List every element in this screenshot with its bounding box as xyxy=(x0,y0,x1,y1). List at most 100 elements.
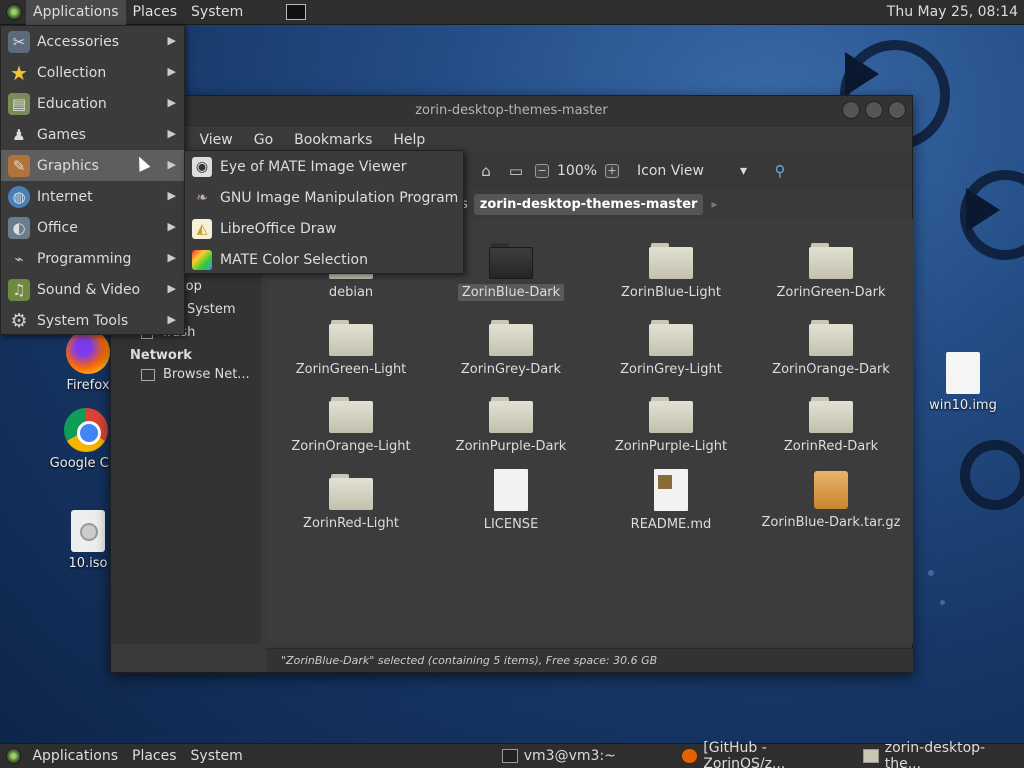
taskbar-item-firefox[interactable]: [GitHub - ZorinOS/z... xyxy=(674,740,855,768)
file-name: ZorinPurple-Light xyxy=(614,439,728,454)
file-item[interactable]: ZorinBlue-Dark.tar.gz xyxy=(751,471,911,530)
file-item[interactable]: ZorinGreen-Light xyxy=(271,320,431,377)
sound-video-icon: ♫ xyxy=(8,278,30,301)
menu-item-graphics[interactable]: ✎ Graphics ▶ xyxy=(1,150,184,181)
menu-item-label: System Tools xyxy=(37,312,129,329)
clock[interactable]: Thu May 25, 08:14 xyxy=(887,4,1018,20)
distro-logo-icon[interactable] xyxy=(6,4,22,20)
file-item[interactable]: ZorinPurple-Dark xyxy=(431,397,591,454)
file-item[interactable]: ZorinOrange-Light xyxy=(271,397,431,454)
menu-item-label: Sound & Video xyxy=(37,281,141,298)
file-item[interactable]: LICENSE xyxy=(431,469,591,532)
folder-icon xyxy=(489,397,533,433)
file-item[interactable]: README.md xyxy=(591,469,751,532)
chevron-down-icon: ▾ xyxy=(740,163,748,179)
taskbar-item-label: zorin-desktop-the... xyxy=(884,740,986,768)
close-button[interactable] xyxy=(888,101,906,119)
chevron-right-icon: ▶ xyxy=(167,96,176,109)
window-titlebar[interactable]: zorin-desktop-themes-master xyxy=(111,96,912,126)
chevron-right-icon: ▶ xyxy=(167,65,176,78)
taskbar-item-file-manager[interactable]: zorin-desktop-the... xyxy=(855,740,1024,768)
submenu-item-eye-of-mate[interactable]: ◉ Eye of MATE Image Viewer xyxy=(185,151,463,182)
menu-view[interactable]: View xyxy=(200,132,233,148)
folder-icon xyxy=(809,397,853,433)
system-menu-button[interactable]: System xyxy=(184,0,250,25)
file-item[interactable]: ZorinBlue-Light xyxy=(591,243,751,300)
menu-item-internet[interactable]: ◍ Internet ▶ xyxy=(1,181,184,212)
file-item[interactable]: ZorinRed-Dark xyxy=(751,397,911,454)
file-name: README.md xyxy=(630,517,712,532)
bottom-panel: Applications Places System vm3@vm3:~ [Gi… xyxy=(0,740,1024,768)
file-item[interactable]: ZorinRed-Light xyxy=(271,474,431,531)
menu-item-label: Collection xyxy=(37,64,107,81)
applications-menu-button-bottom[interactable]: Applications xyxy=(25,744,125,768)
taskbar-item-terminal[interactable]: vm3@vm3:~ xyxy=(494,744,624,768)
submenu-item-mate-color-selection[interactable]: MATE Color Selection xyxy=(185,244,463,275)
path-segment-current[interactable]: zorin-desktop-themes-master xyxy=(473,193,704,215)
file-view[interactable]: debian ZorinBlue-Dark ZorinBlue-Light Zo… xyxy=(267,219,913,644)
programming-icon: ⌁ xyxy=(14,249,24,268)
globe-icon: ◍ xyxy=(8,185,30,208)
menu-item-education[interactable]: ▤ Education ▶ xyxy=(1,88,184,119)
chevron-right-icon: ▶ xyxy=(167,127,176,140)
network-icon xyxy=(141,368,155,381)
wallpaper-bubble xyxy=(928,570,934,576)
file-item[interactable]: ZorinGrey-Dark xyxy=(431,320,591,377)
terminal-launcher-icon[interactable] xyxy=(286,4,307,20)
places-menu-button[interactable]: Places xyxy=(126,0,185,25)
gear-icon: ⚙ xyxy=(10,309,28,332)
submenu-item-libreoffice-draw[interactable]: ◭ LibreOffice Draw xyxy=(185,213,463,244)
file-name: ZorinGrey-Dark xyxy=(460,362,562,377)
submenu-item-gimp[interactable]: ❧ GNU Image Manipulation Program xyxy=(185,182,463,213)
menu-item-sound-video[interactable]: ♫ Sound & Video ▶ xyxy=(1,274,184,305)
system-menu-button-bottom[interactable]: System xyxy=(184,744,250,768)
desktop-icon-win10img[interactable]: win10.img xyxy=(921,352,1005,413)
image-viewer-icon: ◉ xyxy=(192,156,212,177)
status-text: "ZorinBlue-Dark" selected (containing 5 … xyxy=(281,654,658,667)
file-name: ZorinBlue-Light xyxy=(621,285,721,300)
computer-icon[interactable]: ▭ xyxy=(505,161,527,181)
file-name: LICENSE xyxy=(483,517,539,532)
menu-item-collection[interactable]: ★ Collection ▶ xyxy=(1,57,184,88)
education-icon: ▤ xyxy=(8,92,30,115)
menu-item-programming[interactable]: ⌁ Programming ▶ xyxy=(1,243,184,274)
maximize-button[interactable] xyxy=(865,101,883,119)
applications-menu: ✂ Accessories ▶ ★ Collection ▶ ▤ Educati… xyxy=(0,25,185,335)
menu-help[interactable]: Help xyxy=(393,132,425,148)
distro-logo-icon[interactable] xyxy=(6,748,22,764)
file-item[interactable]: ZorinGrey-Light xyxy=(591,320,751,377)
menu-item-accessories[interactable]: ✂ Accessories ▶ xyxy=(1,26,184,57)
star-icon: ★ xyxy=(10,60,28,85)
top-panel: Applications Places System Thu May 25, 0… xyxy=(0,0,1024,25)
minimize-button[interactable] xyxy=(842,101,860,119)
sidebar-heading-network: Network xyxy=(130,348,192,363)
file-name: ZorinBlue-Dark.tar.gz xyxy=(761,515,901,530)
view-mode-select[interactable]: Icon View ▾ xyxy=(637,163,747,179)
search-icon[interactable]: ⚲ xyxy=(769,161,791,181)
status-bar: "ZorinBlue-Dark" selected (containing 5 … xyxy=(267,648,913,672)
desktop-icon-label: win10.img xyxy=(929,398,997,413)
home-icon[interactable]: ⌂ xyxy=(475,161,497,181)
folder-icon xyxy=(863,749,879,763)
taskbar-item-label: vm3@vm3:~ xyxy=(523,748,616,764)
chevron-right-icon: ▶ xyxy=(167,282,176,295)
file-item[interactable]: ZorinPurple-Light xyxy=(591,397,751,454)
places-menu-button-bottom[interactable]: Places xyxy=(125,744,184,768)
menu-item-label: Accessories xyxy=(37,33,120,50)
zoom-out-button[interactable]: − xyxy=(535,164,549,178)
menu-bookmarks[interactable]: Bookmarks xyxy=(294,132,372,148)
menu-item-office[interactable]: ◐ Office ▶ xyxy=(1,212,184,243)
menu-item-label: Education xyxy=(37,95,107,112)
menu-item-games[interactable]: ♟ Games ▶ xyxy=(1,119,184,150)
file-item[interactable]: ZorinOrange-Dark xyxy=(751,320,911,377)
zoom-in-button[interactable]: + xyxy=(605,164,620,178)
graphics-submenu: ◉ Eye of MATE Image Viewer ❧ GNU Image M… xyxy=(184,150,464,274)
sidebar-item-browse-network[interactable]: Browse Net... xyxy=(111,363,261,386)
file-item[interactable]: ZorinGreen-Dark xyxy=(751,243,911,300)
chevron-right-icon[interactable]: ▸ xyxy=(711,197,717,211)
menu-go[interactable]: Go xyxy=(254,132,273,148)
applications-menu-button[interactable]: Applications xyxy=(26,0,126,25)
menu-item-label: Graphics xyxy=(37,157,99,174)
zoom-level: 100% xyxy=(557,163,598,179)
menu-item-system-tools[interactable]: ⚙ System Tools ▶ xyxy=(1,305,184,336)
